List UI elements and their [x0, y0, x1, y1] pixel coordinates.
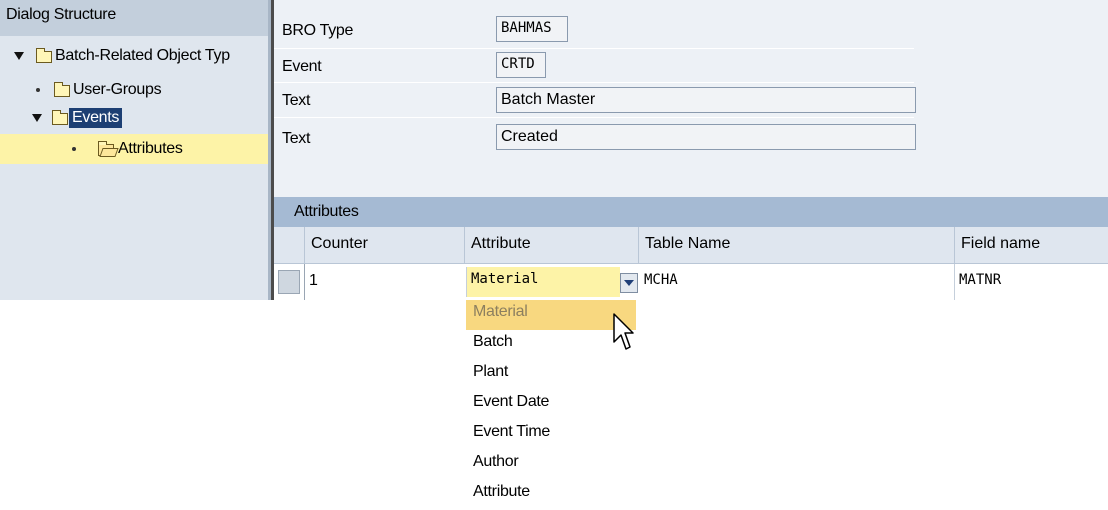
divider — [274, 82, 914, 83]
dropdown-toggle-button[interactable] — [620, 273, 638, 293]
text-label: Text — [282, 130, 311, 147]
select-all-column-header[interactable] — [274, 227, 304, 263]
dropdown-option-plant[interactable]: Plant — [466, 360, 638, 390]
mouse-pointer-icon — [613, 313, 634, 350]
folder-icon — [54, 82, 70, 97]
text-field-batch-master[interactable]: Batch Master — [496, 87, 916, 113]
folder-icon — [36, 48, 52, 63]
column-header-counter[interactable]: Counter — [304, 227, 464, 263]
dialog-structure-title: Dialog Structure — [0, 0, 268, 36]
divider — [274, 117, 914, 118]
tree-node-label: Attributes — [118, 140, 183, 157]
event-label: Event — [282, 58, 322, 75]
cell-counter[interactable]: 1 — [304, 264, 464, 300]
table-header: Counter Attribute Table Name Field name — [274, 227, 1108, 264]
cell-field-name[interactable]: MATNR — [954, 264, 1108, 300]
row-selector-button[interactable] — [278, 270, 300, 294]
folder-icon — [52, 110, 68, 125]
tree-node-label: Batch-Related Object Typ — [55, 47, 230, 64]
column-header-attribute[interactable]: Attribute — [464, 227, 638, 263]
attribute-dropdown-field[interactable]: Material — [466, 267, 620, 297]
divider — [274, 48, 914, 49]
expand-arrow-icon[interactable] — [32, 114, 42, 122]
tree-node-attributes[interactable]: Attributes — [72, 137, 183, 161]
dropdown-option-author[interactable]: Author — [466, 450, 638, 480]
detail-panel: BRO Type BAHMAS Event CRTD Text Batch Ma… — [274, 0, 1108, 300]
table-row: 1 Material MCHA MATNR — [274, 264, 1108, 300]
expand-arrow-icon[interactable] — [14, 52, 24, 60]
column-header-field-name[interactable]: Field name — [954, 227, 1108, 263]
cell-table-name[interactable]: MCHA — [640, 264, 954, 300]
dropdown-option-material[interactable]: Material — [466, 300, 636, 330]
tree-node-label: Events — [69, 108, 123, 128]
event-field[interactable]: CRTD — [496, 52, 546, 78]
dropdown-option-event-time[interactable]: Event Time — [466, 420, 638, 450]
text-label: Text — [282, 92, 311, 109]
leaf-bullet-icon — [72, 147, 76, 151]
tree-node-events[interactable]: Events — [32, 106, 123, 130]
leaf-bullet-icon — [36, 88, 40, 92]
bro-type-field[interactable]: BAHMAS — [496, 16, 568, 42]
tree-node-user-groups[interactable]: User-Groups — [36, 78, 162, 102]
dialog-structure-panel: Dialog Structure Batch-Related Object Ty… — [0, 0, 268, 300]
dropdown-option-event-date[interactable]: Event Date — [466, 390, 638, 420]
table-title: Attributes — [274, 197, 1108, 227]
dropdown-option-attribute[interactable]: Attribute — [466, 480, 638, 510]
bro-type-label: BRO Type — [282, 22, 354, 39]
open-folder-icon — [98, 141, 114, 156]
tree-node-label: User-Groups — [73, 81, 162, 98]
column-header-table-name[interactable]: Table Name — [638, 227, 954, 263]
tree-node-batch-related-object-types[interactable]: Batch-Related Object Typ — [14, 44, 230, 68]
chevron-down-icon — [624, 280, 634, 286]
text-field-created[interactable]: Created — [496, 124, 916, 150]
